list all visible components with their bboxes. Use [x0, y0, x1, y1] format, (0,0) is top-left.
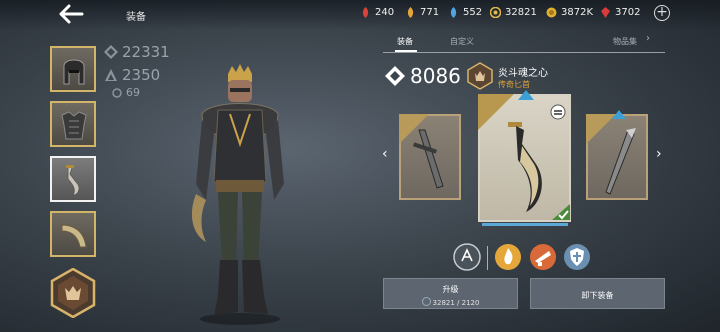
- cycle-icon: [112, 87, 122, 98]
- strike-skill-icon[interactable]: [529, 243, 557, 271]
- slot-helmet[interactable]: [50, 46, 96, 92]
- chevron-right-icon[interactable]: ›: [646, 33, 650, 44]
- spear-icon: [605, 128, 636, 195]
- other-value: 69: [126, 86, 140, 99]
- slot-horn[interactable]: [50, 211, 96, 257]
- resource-red-leaf: 240: [360, 7, 394, 18]
- stat-power: 22331: [104, 43, 170, 61]
- upgrade-cost: 32821 / 2120: [384, 297, 517, 307]
- resource-coin: 32821: [490, 7, 537, 18]
- power-diamond-icon: [385, 66, 405, 86]
- helmet-icon: [63, 59, 85, 85]
- resource-red-gem: 3702: [600, 7, 640, 18]
- tab-customize[interactable]: 自定义: [450, 36, 474, 47]
- blue-leaf-icon: [450, 7, 457, 18]
- slot-dagger[interactable]: [50, 156, 96, 202]
- back-arrow-icon[interactable]: [58, 4, 84, 24]
- red-leaf-icon: [362, 7, 369, 18]
- horn-icon: [61, 224, 87, 248]
- power-diamond-icon: [104, 45, 118, 59]
- divider: [487, 246, 488, 270]
- coin-icon: [421, 297, 431, 306]
- gold-leaf-icon: [407, 7, 414, 18]
- tab-equipment[interactable]: 装备: [397, 36, 413, 47]
- shield-skill-icon[interactable]: [563, 243, 591, 271]
- rune-icon[interactable]: [453, 243, 481, 271]
- selected-indicator: [482, 223, 568, 226]
- dagger-icon: [66, 165, 80, 196]
- upgrade-label: 升级: [442, 285, 459, 294]
- weapon-card-selected[interactable]: [478, 90, 571, 222]
- defense-value: 2350: [122, 66, 161, 84]
- character-figure: [191, 64, 284, 325]
- sword-icon: [412, 129, 444, 189]
- dagger-icon: [508, 122, 542, 212]
- chest-armor-icon: [61, 111, 87, 140]
- stat-other: 69: [112, 86, 140, 99]
- weapon-card-right[interactable]: [586, 110, 648, 200]
- item-name: 炎斗魂之心: [498, 68, 548, 79]
- equipped-check-icon: [552, 204, 570, 220]
- fire-skill-icon[interactable]: [494, 243, 522, 271]
- resource-value: 240: [375, 7, 395, 18]
- upgrade-cost-value: 32821 / 2120: [432, 299, 480, 307]
- add-currency-button[interactable]: +: [654, 5, 670, 21]
- slot-armor[interactable]: [50, 101, 96, 147]
- resource-blue-leaf: 552: [448, 7, 482, 18]
- tab-item-sets[interactable]: 物品集: [613, 36, 637, 47]
- clan-emblem-slot[interactable]: [50, 268, 96, 318]
- upgrade-triangle-icon: [612, 110, 626, 119]
- page-title: 装备: [126, 12, 146, 23]
- item-power: 8086: [385, 64, 461, 88]
- tab-bar: 装备 自定义 物品集 ›: [383, 30, 665, 53]
- active-tab-indicator: [395, 50, 417, 52]
- resource-value: 3872K: [561, 7, 594, 18]
- item-rarity: 传奇匕首: [498, 80, 530, 89]
- resource-value: 552: [463, 7, 483, 18]
- unequip-label: 卸下装备: [581, 291, 614, 300]
- unequip-button[interactable]: 卸下装备: [530, 278, 665, 309]
- weapon-card-left[interactable]: [399, 114, 461, 200]
- red-gem-icon: [601, 7, 610, 18]
- next-item-arrow[interactable]: ›: [656, 146, 662, 162]
- stat-defense: 2350: [104, 66, 160, 84]
- upgrade-button[interactable]: 升级 32821 / 2120: [383, 278, 518, 309]
- resource-value: 771: [420, 7, 440, 18]
- clan-badge-icon: [467, 62, 493, 90]
- swap-icon[interactable]: [550, 104, 566, 120]
- upgrade-triangle-icon: [518, 90, 534, 100]
- prev-item-arrow[interactable]: ‹: [382, 146, 388, 162]
- item-power-value: 8086: [410, 64, 461, 88]
- defense-triangle-icon: [105, 69, 117, 81]
- resource-gold-coin: 3872K: [546, 7, 593, 18]
- coin-icon: [490, 7, 501, 18]
- resource-value: 32821: [505, 7, 537, 18]
- resource-gold-leaf: 771: [405, 7, 439, 18]
- power-value: 22331: [122, 43, 170, 61]
- gold-coin-icon: [546, 7, 557, 18]
- resource-value: 3702: [615, 7, 641, 18]
